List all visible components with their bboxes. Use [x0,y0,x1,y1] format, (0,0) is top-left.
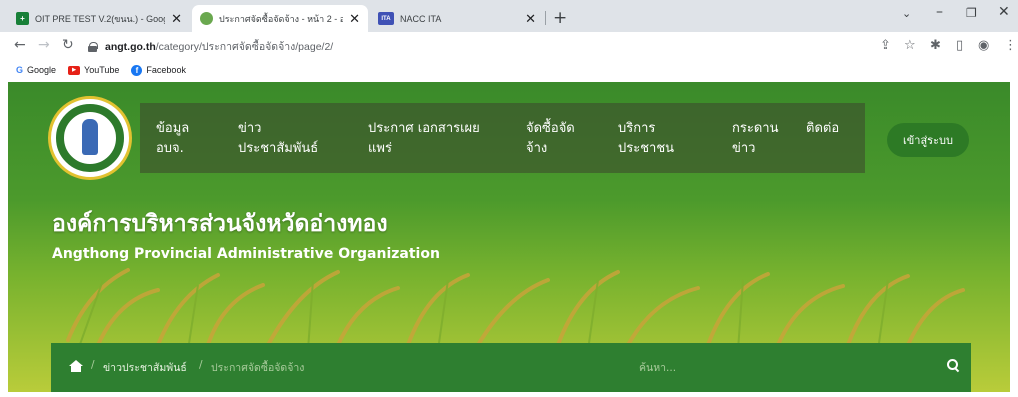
profile-icon[interactable]: ◉ [978,38,989,53]
bookmark-star-icon[interactable]: ☆ [904,38,916,53]
new-tab-button[interactable]: + [553,8,567,28]
search-icon[interactable] [947,359,959,371]
restore-icon[interactable]: ❐ [966,6,977,20]
home-icon[interactable] [69,360,83,372]
breadcrumb-item-news[interactable]: ข่าวประชาสัมพันธ์ [103,359,187,376]
bookmarks-bar: G Google ▶ YouTube f Facebook [0,60,1018,80]
bookmark-label: Google [27,65,57,75]
url-host: angt.go.th [105,40,156,53]
menu-item-about[interactable]: ข้อมูล อบจ. [156,119,189,159]
nacc-icon: ITA [378,12,394,25]
youtube-icon: ▶ [68,65,81,75]
extensions-icon[interactable]: ✱ [930,38,941,53]
menu-item-news[interactable]: ข่าว ประชาสัมพันธ์ [238,119,318,159]
search-input[interactable]: ค้นหา... [639,359,676,376]
breadcrumb-separator: / [199,359,203,371]
breadcrumb-bar: / ข่าวประชาสัมพันธ์ / ประกาศจัดซื้อจัดจ้… [51,343,971,392]
tab-oit-pre-test[interactable]: + OIT PRE TEST V.2(ขนน.) - Google ✕ [8,5,190,32]
side-panel-icon[interactable]: ▯ [956,38,963,53]
breadcrumb-item-procurement: ประกาศจัดซื้อจัดจ้าง [211,362,305,374]
bookmark-label: YouTube [84,65,120,75]
rice-stalks-illustration [66,268,965,350]
bookmark-youtube[interactable]: ▶ YouTube [68,65,119,75]
menu-item-contact[interactable]: ติดต่อ [806,119,839,139]
bookmark-label: Facebook [146,65,186,75]
bookmark-google[interactable]: G Google [16,65,56,75]
tab-procurement[interactable]: ประกาศจัดซื้อจัดจ้าง - หน้า 2 - องค์ ✕ [192,5,368,32]
tab-label: ประกาศจัดซื้อจัดจ้าง - หน้า 2 - องค์ [219,13,344,24]
google-icon: G [16,65,24,75]
minimize-icon[interactable]: – [936,4,943,20]
menu-item-documents[interactable]: ประกาศ เอกสารเผย แพร่ [368,119,480,159]
breadcrumb-separator: / [91,359,95,371]
lock-icon [88,41,98,52]
menu-item-services[interactable]: บริการ ประชาชน [618,119,674,159]
tab-nacc-ita[interactable]: ITA NACC ITA ✕ [370,5,544,32]
menu-item-procurement[interactable]: จัดซื้อจัด จ้าง [526,119,575,159]
site-title-english: Angthong Provincial Administrative Organ… [52,246,440,262]
site-title-thai: องค์การบริหารส่วนจังหวัดอ่างทอง [52,211,388,237]
facebook-icon: f [131,64,143,76]
close-icon[interactable]: ✕ [525,11,536,27]
chevron-down-icon[interactable]: ⌄ [902,7,911,20]
sheets-icon: + [16,12,29,25]
site-logo[interactable] [48,96,132,180]
tab-label: OIT PRE TEST V.2(ขนน.) - Google [35,13,166,24]
close-window-icon[interactable]: ✕ [998,4,1010,20]
login-button[interactable]: เข้าสู่ระบบ [887,123,969,157]
main-menu: ข้อมูล อบจ. ข่าว ประชาสัมพันธ์ ประกาศ เอ… [140,103,865,173]
logo-figure [82,119,98,155]
reload-icon[interactable]: ↻ [62,37,74,53]
tab-strip: + OIT PRE TEST V.2(ขนน.) - Google ✕ ประก… [0,0,1018,32]
share-icon[interactable]: ⇪ [880,38,891,53]
close-icon[interactable]: ✕ [349,11,360,27]
url-path: /category/ประกาศจัดซื้อจัดจ้าง/page/2/ [155,41,334,53]
menu-kebab-icon[interactable]: ⋮ [1004,38,1017,53]
site-logo-icon [200,12,213,25]
forward-icon[interactable]: → [38,37,50,53]
bookmark-facebook[interactable]: f Facebook [131,64,186,76]
tab-label: NACC ITA [400,13,442,24]
menu-item-webboard[interactable]: กระดาน ข่าว [732,119,778,159]
browser-toolbar: ← → ↻ angt.go.th /category/ประกาศจัดซื้อ… [0,32,1018,60]
tab-separator [545,11,546,25]
site-header: ข้อมูล อบจ. ข่าว ประชาสัมพันธ์ ประกาศ เอ… [8,82,1010,392]
back-icon[interactable]: ← [14,37,26,53]
address-bar[interactable]: angt.go.th /category/ประกาศจัดซื้อจัดจ้า… [88,36,868,57]
close-icon[interactable]: ✕ [171,11,182,27]
